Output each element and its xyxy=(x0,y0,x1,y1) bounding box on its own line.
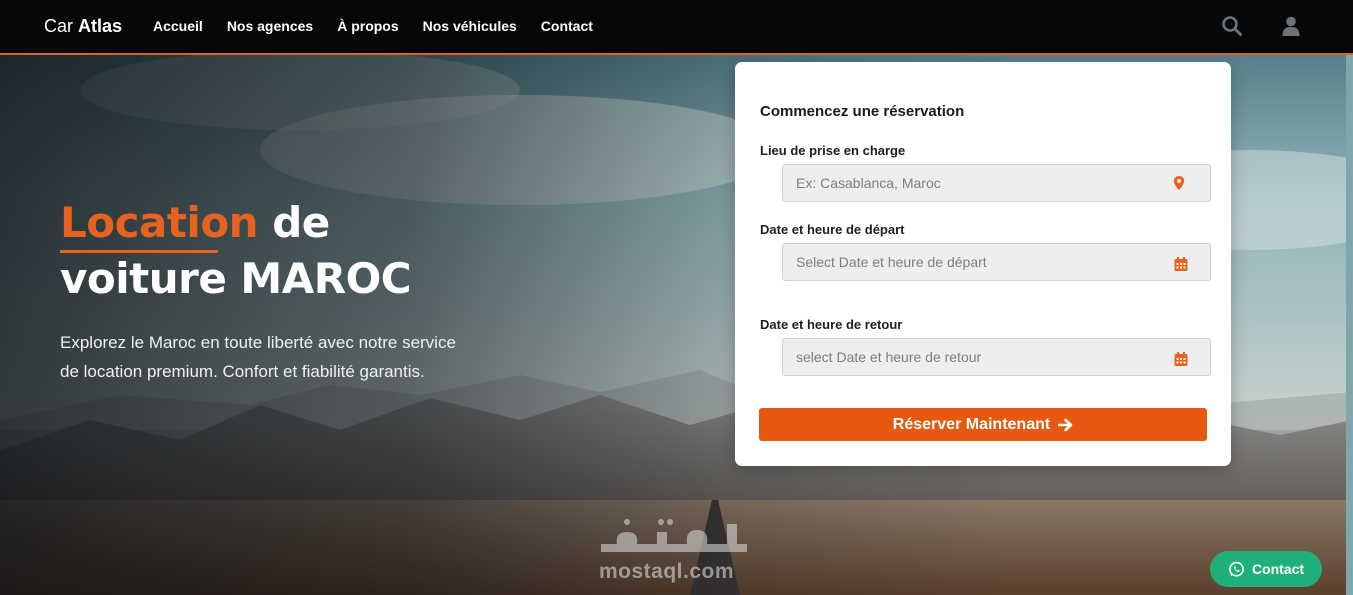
reserve-now-label: Réserver Maintenant xyxy=(892,415,1051,433)
depart-datetime-input[interactable] xyxy=(782,243,1211,281)
depart-label: Date et heure de départ xyxy=(760,222,905,237)
nav-link-vehicules[interactable]: Nos véhicules xyxy=(423,18,517,34)
booking-heading: Commencez une réservation xyxy=(760,103,965,120)
nav-link-agences[interactable]: Nos agences xyxy=(227,18,313,34)
pickup-label: Lieu de prise en charge xyxy=(760,143,906,158)
brand-name-light: Car xyxy=(44,16,74,36)
nav-link-contact[interactable]: Contact xyxy=(541,18,593,34)
watermark-arabic-logo xyxy=(601,519,747,552)
calendar-icon xyxy=(1174,352,1188,366)
whatsapp-contact-button[interactable]: Contact xyxy=(1210,551,1322,587)
nav-link-accueil[interactable]: Accueil xyxy=(153,18,203,34)
pickup-location-input[interactable] xyxy=(782,164,1211,202)
page-scrollbar[interactable] xyxy=(1346,55,1353,595)
navbar: Car Atlas Accueil Nos agences À propos N… xyxy=(0,0,1353,55)
return-label: Date et heure de retour xyxy=(760,317,903,332)
search-icon[interactable] xyxy=(1221,15,1243,37)
map-pin-icon xyxy=(1173,176,1185,190)
watermark-text: mostaql.com xyxy=(599,560,735,583)
whatsapp-icon xyxy=(1229,561,1244,577)
hero-title-accent: Location xyxy=(60,195,259,253)
hero-title: Location de voiture MAROC xyxy=(60,195,412,307)
booking-form: Commencez une réservation Lieu de prise … xyxy=(735,62,1231,466)
return-datetime-input[interactable] xyxy=(782,338,1211,376)
hero-title-line-2: voiture MAROC xyxy=(60,254,412,303)
watermark: mostaql.com xyxy=(597,510,757,585)
hero-description: Explorez le Maroc en toute liberté avec … xyxy=(60,333,456,381)
main-menu: Accueil Nos agences À propos Nos véhicul… xyxy=(153,18,593,34)
brand-name-bold: Atlas xyxy=(78,16,123,36)
user-icon[interactable] xyxy=(1280,15,1302,37)
hero-title-rest: de xyxy=(258,198,330,247)
whatsapp-contact-label: Contact xyxy=(1251,561,1305,577)
reserve-now-button[interactable]: Réserver Maintenant xyxy=(759,408,1207,441)
nav-link-a-propos[interactable]: À propos xyxy=(337,18,398,34)
calendar-icon xyxy=(1174,257,1188,271)
brand-logo[interactable]: Car Atlas xyxy=(44,16,122,37)
arrow-right-icon xyxy=(1058,418,1073,431)
